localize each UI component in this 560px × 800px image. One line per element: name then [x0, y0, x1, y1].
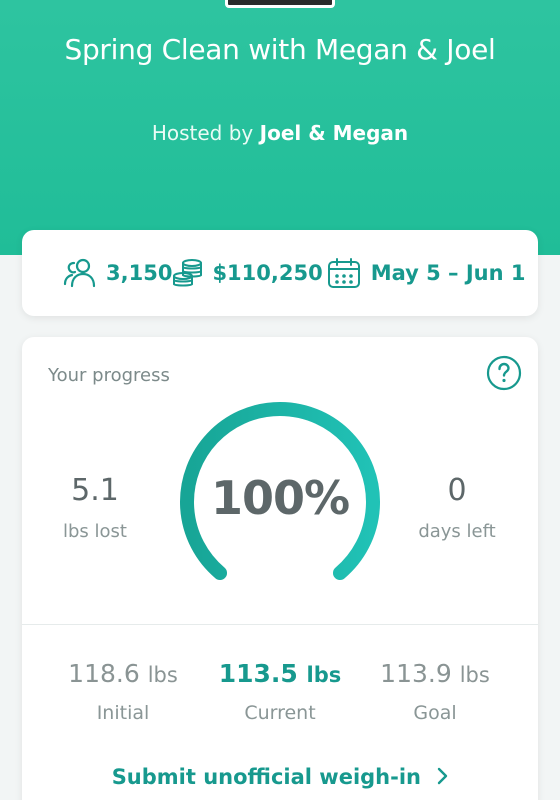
calendar-icon	[327, 257, 361, 289]
date-range: May 5 – Jun 1	[370, 261, 526, 285]
initial-weight-unit: lbs	[147, 663, 178, 687]
progress-heading: Your progress	[48, 365, 170, 386]
goal-weight-caption: Goal	[413, 702, 457, 724]
current-weight-value: 113.5	[218, 659, 298, 688]
goal-weight-value: 113.9	[380, 659, 452, 688]
challenge-thumbnail[interactable]	[225, 0, 335, 8]
hosted-prefix: Hosted by	[151, 121, 254, 145]
submit-weigh-in-link[interactable]: Submit unofficial weigh-in	[22, 765, 538, 790]
days-left-value: 0	[447, 473, 467, 508]
question-icon[interactable]	[486, 355, 522, 391]
people-icon	[62, 258, 98, 288]
host-names[interactable]: Joel & Megan	[260, 121, 409, 145]
lbs-lost-value: 5.1	[71, 473, 119, 508]
pot-stat: $110,250	[172, 258, 323, 288]
progress-card: Your progress 5.1 lbs lost 100% 0 days l…	[22, 337, 538, 800]
goal-weight: 113.9 lbs Goal	[360, 659, 510, 724]
hero-banner: Spring Clean with Megan & Joel Hosted by…	[0, 0, 560, 255]
submit-weigh-in-label: Submit unofficial weigh-in	[111, 765, 421, 789]
hosted-by: Hosted by Joel & Megan	[40, 118, 520, 148]
current-weight-caption: Current	[244, 702, 316, 724]
initial-weight: 118.6 lbs Initial	[48, 659, 198, 724]
initial-weight-value: 118.6	[68, 659, 140, 688]
days-left-caption: days left	[418, 521, 496, 542]
coins-icon	[172, 258, 206, 288]
initial-weight-caption: Initial	[96, 702, 150, 724]
challenge-title: Spring Clean with Megan & Joel	[64, 33, 496, 66]
current-weight-unit: lbs	[306, 663, 342, 687]
chevron-right-icon	[436, 766, 448, 790]
dates-stat: May 5 – Jun 1	[327, 257, 526, 289]
goal-weight-unit: lbs	[459, 663, 490, 687]
participants-stat: 3,150	[62, 258, 172, 288]
card-divider	[22, 624, 538, 625]
participants-count: 3,150	[106, 261, 173, 285]
progress-percent: 100%	[210, 471, 350, 525]
challenge-stats-card: 3,150 $110,250 May 5 – Jun 1	[22, 230, 538, 316]
current-weight: 113.5 lbs Current	[205, 659, 355, 724]
lbs-lost-caption: lbs lost	[63, 521, 127, 542]
pot-amount: $110,250	[212, 261, 323, 285]
